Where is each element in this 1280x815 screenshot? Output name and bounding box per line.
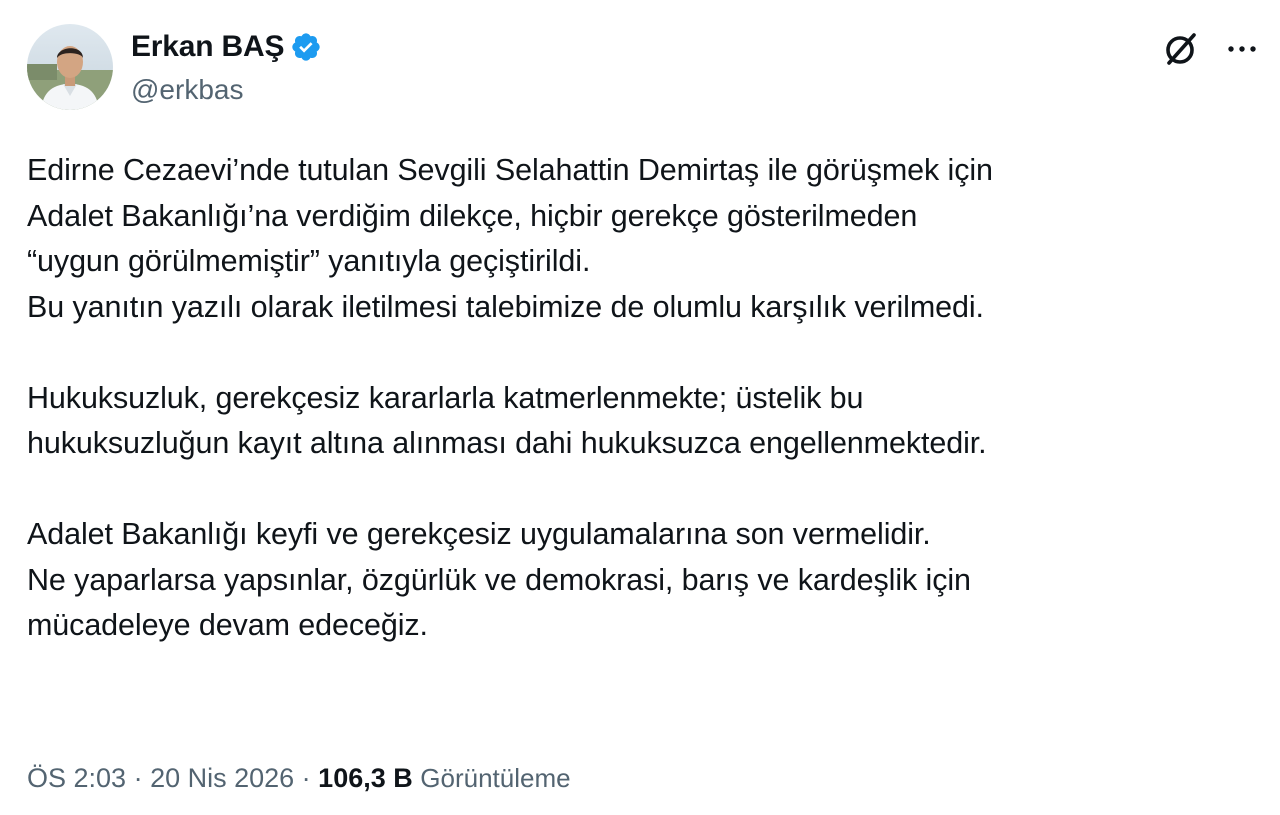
tweet-line: Hukuksuzluk, gerekçesiz kararlarla katme… (27, 380, 864, 415)
views-label: Görüntüleme (420, 763, 571, 793)
tweet-line: hukuksuzluğun kayıt altına alınması dahi… (27, 426, 987, 460)
author-name[interactable]: Erkan BAŞ (131, 27, 284, 67)
tweet-line: Bu yanıtın yazılı olarak iletilmesi tale… (27, 289, 984, 324)
tweet-text: Edirne Cezaevi’nde tutulan Sevgili Selah… (27, 148, 1267, 649)
verified-badge-icon[interactable] (290, 31, 322, 63)
tweet-date[interactable]: 20 Nis 2026 (150, 763, 294, 793)
author-handle[interactable]: @erkbas (131, 72, 243, 108)
avatar-image (27, 24, 113, 110)
meta-separator: · (294, 763, 319, 793)
meta-separator: · (126, 763, 151, 793)
views-count[interactable]: 106,3 B (318, 763, 413, 793)
tweet-line: Adalet Bakanlığı’na verdiğim dilekçe, hi… (27, 198, 918, 233)
tweet-line: Adalet Bakanlığı keyfi ve gerekçesiz uyg… (27, 517, 931, 551)
more-options-icon[interactable] (1222, 33, 1262, 65)
tweet-line: “uygun görülmemiştir” yanıtıyla geçiştir… (27, 244, 591, 278)
tweet-time[interactable]: ÖS 2:03 (27, 763, 126, 793)
tweet-line: Ne yaparlarsa yapsınlar, özgürlük ve dem… (27, 562, 971, 597)
tweet-line: Edirne Cezaevi’nde tutulan Sevgili Selah… (27, 153, 993, 187)
grok-icon[interactable] (1161, 29, 1201, 69)
author-name-row[interactable]: Erkan BAŞ (131, 27, 322, 67)
avatar[interactable] (27, 24, 113, 110)
tweet-line: mücadeleye devam edeceğiz. (27, 608, 428, 642)
tweet-meta: ÖS 2:03 · 20 Nis 2026 · 106,3 B Görüntül… (27, 758, 571, 798)
